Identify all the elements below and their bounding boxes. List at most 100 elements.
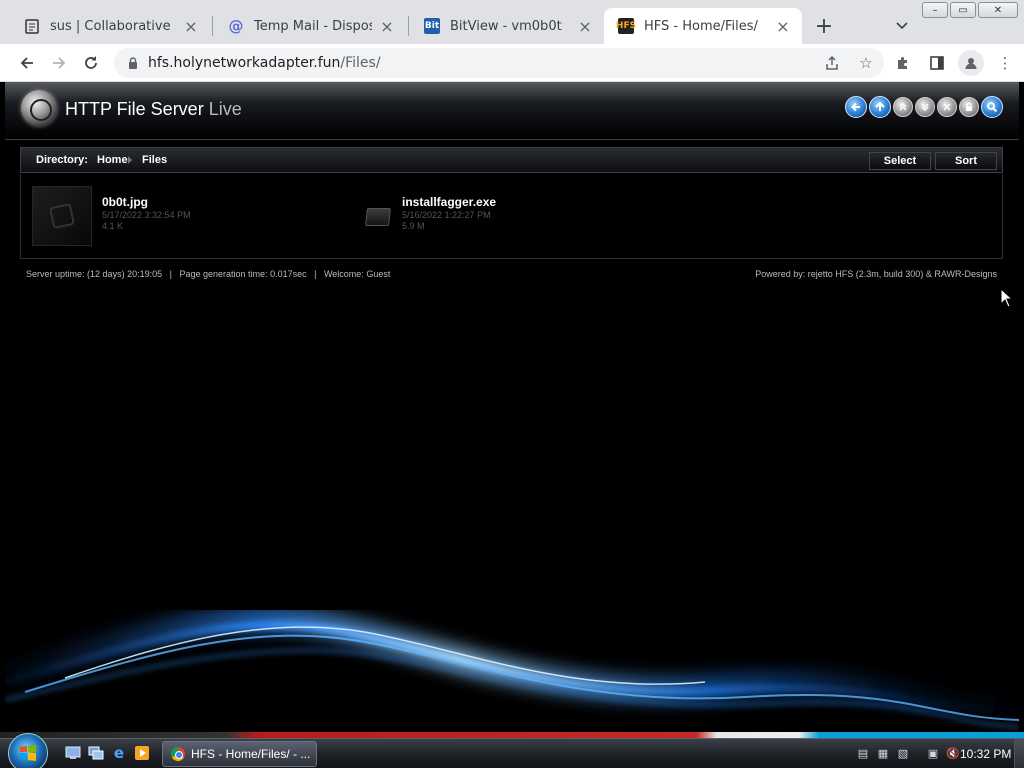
tab-title: BitView - vm0b0t: [450, 18, 562, 34]
start-button-icon[interactable]: [8, 733, 48, 768]
tab-divider: [212, 16, 213, 36]
tray-display-icon[interactable]: ▣: [925, 745, 941, 761]
status-separator: |: [169, 269, 172, 279]
status-separator: |: [314, 269, 317, 279]
file-date: 5/17/2022 3:32:54 PM: [102, 210, 191, 220]
image-thumbnail[interactable]: [32, 186, 92, 246]
hfs-logo-icon: [21, 90, 57, 126]
back-icon[interactable]: [845, 96, 867, 118]
hfs-page: HTTP File Server Live Directory: Home Fi…: [5, 82, 1019, 732]
tray-update-icon[interactable]: ▧: [895, 745, 911, 761]
notepad-icon: [24, 18, 40, 34]
lock-icon[interactable]: [959, 97, 979, 117]
address-bar[interactable]: hfs.holynetworkadapter.fun/Files/ ☆: [114, 48, 884, 78]
reload-icon[interactable]: [78, 50, 104, 76]
tab-search-chevron-icon[interactable]: [892, 16, 912, 36]
tab-title: sus | Collaborative Notep: [50, 18, 176, 34]
show-desktop-icon[interactable]: [64, 744, 82, 762]
select-button[interactable]: Select: [869, 152, 931, 170]
taskbar-window-title: HFS - Home/Files/ - ...: [191, 747, 311, 761]
uptime-label: Server uptime:: [26, 269, 85, 279]
page-generation-value: 0.017sec: [270, 269, 307, 279]
internet-explorer-icon[interactable]: e: [110, 744, 128, 762]
close-window-icon[interactable]: ✕: [978, 2, 1018, 18]
file-name[interactable]: 0b0t.jpg: [102, 195, 148, 209]
new-tab-icon[interactable]: +: [812, 14, 836, 39]
tab-hfs[interactable]: HFS HFS - Home/Files/ ×: [604, 8, 802, 44]
file-item-image[interactable]: 0b0t.jpg 5/17/2022 3:32:54 PM 4.1 K: [32, 186, 332, 248]
tray-network-icon[interactable]: ▤: [855, 745, 871, 761]
chrome-icon: [171, 747, 185, 761]
hfs-title-main: HTTP File Server: [65, 99, 204, 119]
welcome-user: Guest: [366, 269, 391, 279]
tab-temp-mail[interactable]: @ Temp Mail - Disposable T ×: [214, 8, 406, 44]
side-panel-icon[interactable]: [924, 50, 950, 76]
server-status: Server uptime: (12 days) 20:19:05 | Page…: [26, 269, 390, 279]
uptime-value: (12 days) 20:19:05: [87, 269, 163, 279]
directory-label: Directory:: [36, 154, 88, 166]
up-icon[interactable]: [869, 96, 891, 118]
media-player-icon[interactable]: [133, 744, 151, 762]
browser-toolbar: hfs.holynetworkadapter.fun/Files/ ☆ ⋮: [0, 44, 1024, 82]
bookmark-star-icon[interactable]: ☆: [856, 53, 876, 73]
blue-wave-decoration: [5, 606, 1019, 729]
tab-title: HFS - Home/Files/: [644, 18, 758, 34]
file-size: 4.1 K: [102, 221, 124, 231]
at-sign-icon: @: [228, 17, 244, 35]
tab-close-icon[interactable]: ×: [576, 17, 594, 36]
breadcrumb-home[interactable]: Home: [97, 154, 128, 166]
tab-close-icon[interactable]: ×: [182, 17, 200, 36]
window-controls: – ▭ ✕: [920, 2, 1018, 18]
file-size: 5.9 M: [402, 221, 425, 231]
tab-title: Temp Mail - Disposable T: [254, 18, 372, 34]
image-glyph-icon: [48, 202, 76, 230]
url-path: /Files/: [340, 55, 381, 71]
file-item-executable[interactable]: installfagger.exe 5/16/2022 1:22:27 PM 5…: [361, 186, 661, 248]
expand-icon[interactable]: [915, 97, 935, 117]
collapse-icon[interactable]: [893, 97, 913, 117]
url-host: hfs.holynetworkadapter.fun: [148, 55, 341, 71]
minimize-icon[interactable]: –: [922, 2, 948, 18]
maximize-icon[interactable]: ▭: [950, 2, 976, 18]
header-toolbar: [845, 96, 1003, 118]
tab-bitview[interactable]: Bit BitView - vm0b0t ×: [410, 8, 604, 44]
file-date: 5/16/2022 1:22:27 PM: [402, 210, 491, 220]
mouse-pointer-icon: [1000, 288, 1014, 308]
breadcrumb-files[interactable]: Files: [142, 154, 167, 166]
tab-close-icon[interactable]: ×: [378, 17, 396, 36]
taskbar-clock[interactable]: 10:32 PM: [960, 747, 1011, 761]
profile-avatar-icon[interactable]: [958, 50, 984, 76]
windows-taskbar: e HFS - Home/Files/ - ... ▤ ▦ ▧ ▣ 🔇 10:3…: [0, 733, 1024, 768]
lock-icon: [126, 56, 140, 70]
hfs-title: HTTP File Server Live: [65, 99, 242, 120]
forward-arrow-icon[interactable]: [46, 50, 72, 76]
file-name[interactable]: installfagger.exe: [402, 195, 496, 209]
executable-file-icon[interactable]: [365, 208, 391, 226]
tab-divider: [408, 16, 409, 36]
volume-muted-icon[interactable]: 🔇: [945, 745, 961, 761]
tray-app-icon[interactable]: ▦: [875, 745, 891, 761]
tab-collaborative-notepad[interactable]: sus | Collaborative Notep ×: [10, 8, 210, 44]
bitview-icon: Bit: [424, 18, 440, 34]
search-icon[interactable]: [981, 96, 1003, 118]
sort-button[interactable]: Sort: [935, 152, 997, 170]
powered-by: Powered by: rejetto HFS (2.3m, build 300…: [755, 269, 997, 279]
welcome-label: Welcome:: [323, 269, 364, 279]
switch-windows-icon[interactable]: [87, 744, 105, 762]
close-icon[interactable]: [937, 97, 957, 117]
taskbar-chrome-window[interactable]: HFS - Home/Files/ - ...: [162, 741, 317, 767]
directory-bar: Directory: Home Files Select Sort: [20, 147, 1003, 173]
tab-close-icon[interactable]: ×: [774, 17, 792, 36]
back-arrow-icon[interactable]: [14, 50, 40, 76]
hfs-icon: HFS: [616, 18, 636, 34]
page-generation-label: Page generation time:: [179, 269, 268, 279]
hfs-title-suffix: Live: [208, 99, 242, 119]
browser-tab-strip: sus | Collaborative Notep × @ Temp Mail …: [0, 0, 1024, 44]
share-icon[interactable]: [822, 53, 842, 73]
extensions-puzzle-icon[interactable]: [890, 50, 916, 76]
hfs-header: HTTP File Server Live: [5, 82, 1019, 140]
browser-menu-icon[interactable]: ⋮: [992, 50, 1018, 76]
file-list: 0b0t.jpg 5/17/2022 3:32:54 PM 4.1 K inst…: [20, 174, 1003, 259]
show-desktop-button[interactable]: [1014, 739, 1024, 768]
system-tray: ▤ ▦ ▧ ▣ 🔇: [855, 745, 961, 761]
